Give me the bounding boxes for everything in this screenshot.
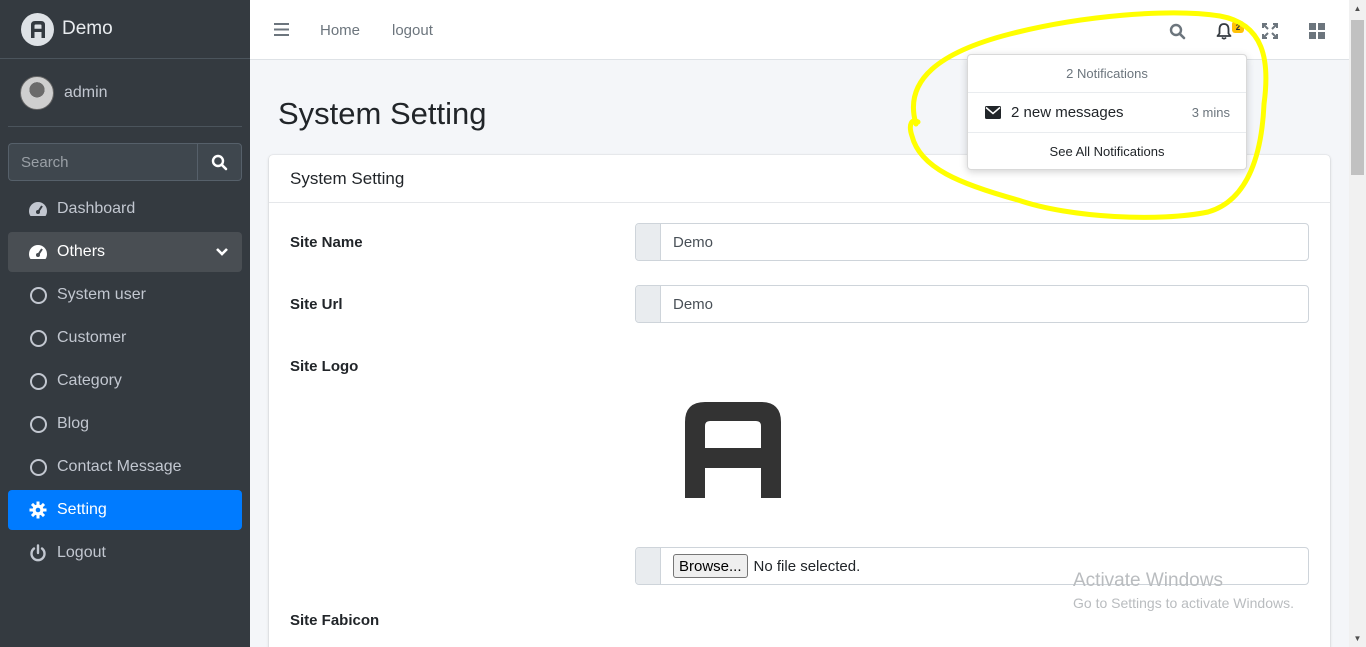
navbar-search-icon[interactable] bbox=[1166, 20, 1188, 42]
site-name-field[interactable]: Demo bbox=[635, 223, 1309, 261]
notification-item[interactable]: 2 new messages 3 mins bbox=[968, 93, 1246, 133]
sidebar-item-label: Blog bbox=[57, 415, 90, 432]
site-fabicon-label: Site Fabicon bbox=[290, 612, 380, 629]
site-name-value[interactable]: Demo bbox=[661, 224, 1308, 260]
sidebar-item-blog[interactable]: Blog bbox=[8, 404, 242, 444]
fullscreen-icon[interactable] bbox=[1259, 20, 1281, 42]
sidebar-item-label: Others bbox=[57, 243, 106, 260]
input-addon bbox=[636, 548, 661, 584]
notification-text: 2 new messages bbox=[1011, 104, 1124, 121]
circle-icon bbox=[27, 413, 49, 435]
chevron-down-icon bbox=[216, 244, 228, 262]
input-addon bbox=[636, 286, 661, 322]
page-title: System Setting bbox=[278, 96, 487, 131]
sidebar-item-label: Contact Message bbox=[57, 458, 182, 475]
brand-link[interactable]: Demo bbox=[0, 0, 250, 59]
browse-button[interactable]: Browse... bbox=[673, 554, 748, 578]
circle-icon bbox=[27, 370, 49, 392]
input-addon bbox=[636, 224, 661, 260]
notifications-header: 2 Notifications bbox=[968, 55, 1246, 93]
page-scrollbar[interactable]: ▲ ▼ bbox=[1349, 0, 1366, 647]
notification-count-badge: 2 bbox=[1232, 21, 1244, 33]
brand-name: Demo bbox=[62, 18, 113, 39]
user-name[interactable]: admin bbox=[64, 84, 108, 102]
site-url-field[interactable]: Demo bbox=[635, 285, 1309, 323]
scroll-down-arrow-icon[interactable]: ▼ bbox=[1349, 630, 1366, 647]
search-button[interactable] bbox=[197, 143, 242, 181]
circle-icon bbox=[27, 456, 49, 478]
sidebar-item-dashboard[interactable]: Dashboard bbox=[8, 189, 242, 229]
tachometer-icon bbox=[27, 198, 49, 220]
site-logo-label: Site Logo bbox=[290, 358, 359, 375]
scroll-thumb[interactable] bbox=[1351, 20, 1364, 175]
sidebar-item-setting[interactable]: Setting bbox=[8, 490, 242, 530]
sidebar-item-others[interactable]: Others bbox=[8, 232, 242, 272]
activate-windows-subtitle: Go to Settings to activate Windows. bbox=[1073, 595, 1294, 611]
circle-icon bbox=[27, 284, 49, 306]
notifications-dropdown: 2 Notifications 2 new messages 3 mins Se… bbox=[967, 54, 1247, 170]
sidebar-item-contact-message[interactable]: Contact Message bbox=[8, 447, 242, 487]
sidebar-item-customer[interactable]: Customer bbox=[8, 318, 242, 358]
control-sidebar-icon[interactable] bbox=[1306, 20, 1328, 42]
sidebar-search bbox=[8, 143, 242, 181]
gear-icon bbox=[27, 499, 49, 521]
file-status: No file selected. bbox=[753, 557, 861, 575]
sidebar-item-logout[interactable]: Logout bbox=[8, 533, 242, 573]
activate-windows-title: Activate Windows bbox=[1073, 570, 1223, 591]
see-all-notifications-link[interactable]: See All Notifications bbox=[968, 133, 1246, 169]
sidebar-item-label: Category bbox=[57, 372, 122, 389]
sidebar-item-label: Setting bbox=[57, 501, 107, 518]
sidebar-item-label: System user bbox=[57, 286, 146, 303]
power-icon bbox=[27, 542, 49, 564]
sidebar-item-label: Logout bbox=[57, 544, 106, 561]
scroll-up-arrow-icon[interactable]: ▲ bbox=[1349, 0, 1366, 17]
site-logo-preview bbox=[685, 402, 781, 498]
brand-logo bbox=[21, 12, 54, 46]
sidebar-item-label: Dashboard bbox=[57, 200, 136, 217]
user-panel[interactable]: admin bbox=[8, 59, 242, 127]
tachometer-icon bbox=[27, 241, 49, 263]
sidebar-item-label: Customer bbox=[57, 329, 127, 346]
notification-time: 3 mins bbox=[1191, 105, 1230, 120]
file-row: Browse... No file selected. bbox=[661, 548, 860, 584]
nav-link-logout[interactable]: logout bbox=[392, 22, 433, 39]
envelope-icon bbox=[985, 106, 1001, 119]
circle-icon bbox=[27, 327, 49, 349]
avatar bbox=[20, 75, 54, 110]
top-navbar: Home logout 2 bbox=[250, 0, 1349, 60]
sidebar: Demo admin Dashboard Others S bbox=[0, 0, 250, 647]
sidebar-item-category[interactable]: Category bbox=[8, 361, 242, 401]
site-name-label: Site Name bbox=[290, 234, 363, 251]
search-input[interactable] bbox=[8, 143, 197, 181]
sidebar-nav: Dashboard Others System user Customer Ca… bbox=[8, 189, 242, 576]
hamburger-menu-icon[interactable] bbox=[274, 23, 289, 41]
sidebar-item-system-user[interactable]: System user bbox=[8, 275, 242, 315]
site-url-value[interactable]: Demo bbox=[661, 286, 1308, 322]
site-url-label: Site Url bbox=[290, 296, 343, 313]
search-icon bbox=[211, 154, 228, 170]
nav-link-home[interactable]: Home bbox=[320, 22, 360, 39]
